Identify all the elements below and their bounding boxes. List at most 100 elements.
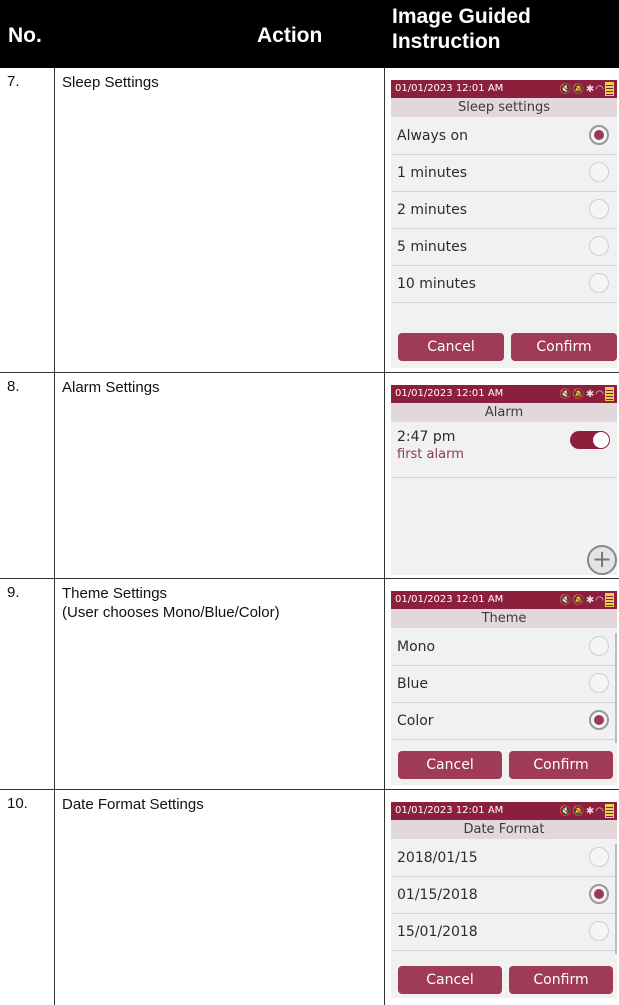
row-action: Date Format Settings (62, 796, 204, 813)
mute-icon: 🔇 (558, 84, 573, 95)
alarm-time: 2:47 pm (397, 429, 456, 445)
battery-icon (605, 387, 614, 401)
option-row[interactable]: 2 minutes (391, 192, 617, 229)
battery-icon (605, 804, 614, 818)
instruction-table: No. Action Image Guided Instruction 7. S… (0, 0, 619, 1005)
wifi-icon: ◠ (595, 84, 605, 95)
row-number: 10. (7, 795, 28, 812)
option-row[interactable]: 1 minutes (391, 155, 617, 192)
status-icons: 🔇🔕✱◠ (559, 804, 614, 818)
alarm-name: first alarm (397, 447, 464, 462)
bell-off-icon: 🔕 (572, 84, 586, 95)
option-row[interactable]: 10 minutes (391, 266, 617, 303)
option-row[interactable]: Blue (391, 666, 617, 703)
bluetooth-icon: ✱ (585, 806, 596, 817)
table-row: 7. Sleep Settings 01/01/2023 12:01 AM 🔇🔕… (0, 68, 619, 373)
radio-button[interactable] (589, 162, 609, 182)
status-datetime: 01/01/2023 12:01 AM (395, 805, 504, 816)
radio-button[interactable] (589, 847, 609, 867)
radio-button[interactable] (589, 921, 609, 941)
confirm-button[interactable]: Confirm (509, 966, 613, 994)
status-bar: 01/01/2023 12:01 AM 🔇🔕✱◠ (391, 802, 617, 820)
status-bar: 01/01/2023 12:01 AM 🔇🔕✱◠ (391, 591, 617, 609)
option-label: Blue (397, 676, 428, 692)
option-label: 10 minutes (397, 276, 476, 292)
mute-icon: 🔇 (558, 389, 573, 400)
add-alarm-button[interactable]: + (587, 545, 617, 575)
cancel-button[interactable]: Cancel (398, 966, 502, 994)
option-row[interactable]: Mono (391, 629, 617, 666)
wifi-icon: ◠ (595, 806, 605, 817)
radio-selected[interactable] (589, 710, 609, 730)
header-no: No. (8, 24, 42, 47)
device-screen-theme: 01/01/2023 12:01 AM 🔇🔕✱◠ Theme Mono Blue… (391, 591, 617, 785)
cancel-button[interactable]: Cancel (398, 751, 502, 779)
confirm-button[interactable]: Confirm (511, 333, 617, 361)
option-row[interactable]: Always on (391, 118, 617, 155)
table-header: No. Action Image Guided Instruction (0, 0, 619, 68)
option-row[interactable]: Color (391, 703, 617, 740)
status-icons: 🔇🔕✱◠ (559, 387, 614, 401)
option-label: Mono (397, 639, 436, 655)
option-label: Color (397, 713, 434, 729)
status-bar: 01/01/2023 12:01 AM 🔇🔕✱◠ (391, 385, 617, 403)
screen-title: Alarm (391, 403, 617, 422)
screen-title: Sleep settings (391, 98, 617, 117)
radio-button[interactable] (589, 273, 609, 293)
cancel-button[interactable]: Cancel (398, 333, 504, 361)
header-image-guided: Image Guided Instruction (392, 4, 612, 54)
option-row[interactable]: 5 minutes (391, 229, 617, 266)
bluetooth-icon: ✱ (585, 84, 596, 95)
radio-selected[interactable] (589, 884, 609, 904)
row-action: Theme Settings (User chooses Mono/Blue/C… (62, 584, 280, 622)
row-action-subtitle: (User chooses Mono/Blue/Color) (62, 604, 280, 621)
device-screen-date-format: 01/01/2023 12:01 AM 🔇🔕✱◠ Date Format 201… (391, 802, 617, 998)
status-icons: 🔇🔕✱◠ (559, 593, 614, 607)
status-datetime: 01/01/2023 12:01 AM (395, 594, 504, 605)
row-number: 9. (7, 584, 20, 601)
radio-button[interactable] (589, 199, 609, 219)
mute-icon: 🔇 (558, 595, 573, 606)
header-action: Action (257, 24, 323, 47)
option-label: 2 minutes (397, 202, 468, 218)
wifi-icon: ◠ (595, 595, 605, 606)
divider (391, 477, 617, 478)
table-row: 10. Date Format Settings 01/01/2023 12:0… (0, 790, 619, 1005)
option-row[interactable]: 2018/01/15 (391, 840, 617, 877)
option-label: Always on (397, 128, 468, 144)
bluetooth-icon: ✱ (585, 595, 596, 606)
option-label: 1 minutes (397, 165, 468, 181)
radio-button[interactable] (589, 636, 609, 656)
status-datetime: 01/01/2023 12:01 AM (395, 83, 504, 94)
row-action-title: Theme Settings (62, 585, 168, 602)
bell-off-icon: 🔕 (572, 595, 586, 606)
alarm-toggle[interactable] (570, 431, 610, 449)
device-screen-sleep: 01/01/2023 12:01 AM 🔇🔕✱◠ Sleep settings … (391, 80, 617, 368)
option-label: 2018/01/15 (397, 850, 478, 866)
table-row: 9. Theme Settings (User chooses Mono/Blu… (0, 579, 619, 790)
option-label: 5 minutes (397, 239, 468, 255)
radio-button[interactable] (589, 236, 609, 256)
option-label: 01/15/2018 (397, 887, 478, 903)
option-row[interactable]: 15/01/2018 (391, 914, 617, 951)
radio-button[interactable] (589, 673, 609, 693)
bluetooth-icon: ✱ (585, 389, 596, 400)
row-action: Sleep Settings (62, 74, 159, 91)
radio-selected[interactable] (589, 125, 609, 145)
header-image-guided-line1: Image Guided (392, 5, 531, 28)
status-icons: 🔇🔕✱◠ (559, 82, 614, 96)
status-bar: 01/01/2023 12:01 AM 🔇🔕✱◠ (391, 80, 617, 98)
battery-icon (605, 593, 614, 607)
mute-icon: 🔇 (558, 806, 573, 817)
confirm-button[interactable]: Confirm (509, 751, 613, 779)
status-datetime: 01/01/2023 12:01 AM (395, 388, 504, 399)
screen-title: Theme (391, 609, 617, 628)
screen-title: Date Format (391, 820, 617, 839)
toggle-knob (593, 432, 609, 448)
option-row[interactable]: 01/15/2018 (391, 877, 617, 914)
table-row: 8. Alarm Settings 01/01/2023 12:01 AM 🔇🔕… (0, 373, 619, 579)
scrollbar[interactable] (615, 844, 617, 954)
bell-off-icon: 🔕 (572, 389, 586, 400)
scrollbar[interactable] (615, 633, 617, 743)
bell-off-icon: 🔕 (572, 806, 586, 817)
